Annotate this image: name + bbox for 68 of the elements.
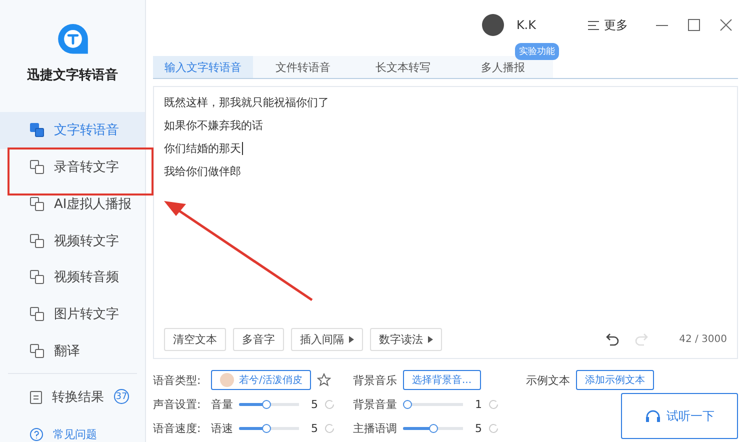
document-icon <box>30 307 44 322</box>
menu-icon <box>588 20 599 30</box>
document-icon <box>30 234 44 248</box>
clipboard-icon <box>30 390 42 404</box>
tab[interactable]: 文件转语音 <box>253 56 353 78</box>
app-title: 迅捷文字转语音 <box>27 66 118 84</box>
text-line: 我给你们做伴郎 <box>164 164 241 179</box>
slider-label: 音量 <box>211 396 233 412</box>
maximize-icon[interactable] <box>688 19 700 31</box>
sidebar-item[interactable]: 视频转文字 <box>0 222 145 259</box>
document-icon <box>30 160 44 174</box>
slider-value: 5 <box>311 422 318 434</box>
document-icon <box>30 196 44 211</box>
star-icon[interactable] <box>317 373 332 387</box>
toolbar-button[interactable]: 插入间隔 <box>291 328 363 351</box>
slider-thumb[interactable] <box>262 424 271 432</box>
slider-value: 5 <box>475 422 482 434</box>
tab[interactable]: 多人播报 <box>453 56 553 78</box>
toolbar-button[interactable]: 多音字 <box>233 328 284 351</box>
setting-label: 语音速度: <box>153 420 202 436</box>
sample-text-button[interactable]: 添加示例文本 <box>576 370 654 390</box>
document-icon <box>30 270 44 284</box>
voice-select[interactable]: 若兮/活泼俏皮 <box>211 370 312 390</box>
text-editor[interactable]: 既然这样，那我就只能祝福你们了 如果你不嫌弃我的话 你们结婚的那天 我给你们做伴郎 清空文本 多音字 插入间隔 数字读法 42 / 3000 <box>153 86 738 359</box>
slider-thumb[interactable] <box>428 424 438 432</box>
setting-label: 背景音乐 <box>353 372 397 388</box>
user-avatar[interactable] <box>482 14 504 36</box>
character-count: 42 / 3000 <box>679 334 727 345</box>
text-line: 如果你不嫌弃我的话 <box>164 118 263 133</box>
document-icon <box>30 123 44 138</box>
listen-button[interactable]: 试听一下 <box>621 393 738 439</box>
slider-thumb[interactable] <box>262 400 271 408</box>
headphones-icon <box>644 409 660 423</box>
slider-label: 语速 <box>211 420 233 436</box>
feature-badge: 实验功能 <box>515 43 559 60</box>
count-badge: 37 <box>114 389 129 404</box>
setting-label: 语音类型: <box>153 372 202 388</box>
sidebar-item[interactable]: AI虚拟人播报 <box>0 185 145 222</box>
undo-icon[interactable] <box>606 333 620 346</box>
document-icon <box>30 344 44 358</box>
sidebar-item[interactable]: 转换结果 37 <box>0 378 145 416</box>
toolbar-button[interactable]: 清空文本 <box>164 328 226 351</box>
help-icon <box>30 428 43 442</box>
slider-thumb[interactable] <box>403 400 412 408</box>
setting-label: 声音设置: <box>153 396 202 412</box>
more-button[interactable]: 更多 <box>588 16 628 34</box>
tab[interactable]: 输入文字转语音 <box>153 56 253 78</box>
slider-label: 主播语调 <box>353 420 397 436</box>
sidebar-item[interactable]: 翻译 <box>0 332 145 370</box>
slider-label: 背景音量 <box>353 396 397 412</box>
text-line: 你们结婚的那天 <box>164 141 241 156</box>
toolbar-button[interactable]: 数字读法 <box>370 328 442 351</box>
help-link[interactable]: 常见问题 <box>0 427 145 442</box>
slider-value: 1 <box>475 398 482 410</box>
text-line: 既然这样，那我就只能祝福你们了 <box>164 95 329 110</box>
music-select[interactable]: 选择背景音... <box>403 370 481 390</box>
logo-icon <box>56 22 90 56</box>
sidebar-item[interactable]: 录音转文字 <box>0 148 145 186</box>
user-name: K.K <box>516 18 536 32</box>
setting-label: 示例文本 <box>526 372 570 388</box>
avatar-icon <box>220 373 234 387</box>
close-icon[interactable] <box>720 19 732 31</box>
slider-value: 5 <box>311 398 318 410</box>
caret-icon <box>349 336 354 343</box>
sidebar-item[interactable]: 视频转音频 <box>0 258 145 296</box>
sidebar-item[interactable]: 图片转文字 <box>0 296 145 332</box>
caret-icon <box>428 336 433 343</box>
tab[interactable]: 长文本转写 <box>353 56 453 78</box>
